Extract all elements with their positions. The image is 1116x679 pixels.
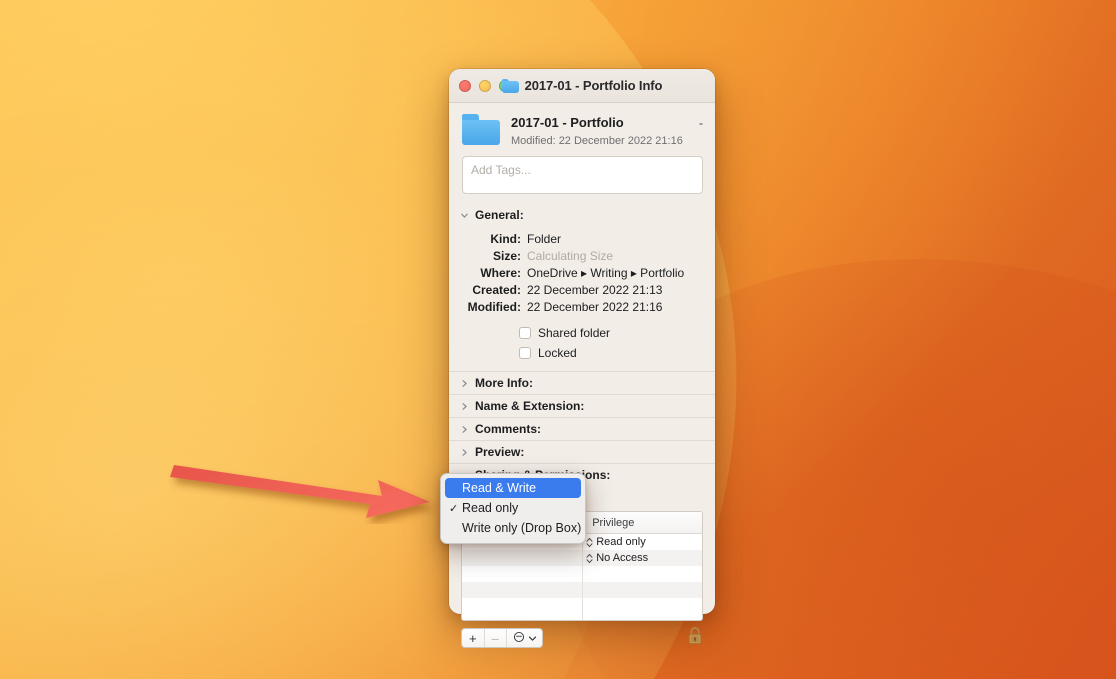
add-user-button[interactable]: + [462, 629, 485, 647]
checkbox-label: Shared folder [538, 323, 610, 343]
get-info-window: 2017-01 - Portfolio Info 2017-01 - Portf… [449, 69, 715, 614]
wallpaper-highlight-band [0, 0, 863, 679]
desktop-wallpaper: 2017-01 - Portfolio Info 2017-01 - Portf… [0, 0, 1116, 679]
checkbox-row-locked[interactable]: Locked [461, 343, 703, 363]
cell-user-name [462, 550, 583, 566]
menu-item-label: Read & Write [462, 481, 536, 495]
section-label-general: General: [475, 208, 524, 222]
remove-user-button[interactable]: – [485, 629, 507, 647]
info-value: 22 December 2022 21:13 [527, 282, 662, 299]
section-header-general[interactable]: General: [449, 204, 715, 226]
cell-privilege[interactable]: Read only [583, 534, 702, 550]
menu-item-write-only[interactable]: Write only (Drop Box) [445, 518, 581, 538]
file-modified-date: Modified: 22 December 2022 21:16 [511, 134, 688, 148]
locked-checkbox[interactable] [519, 347, 531, 359]
close-button[interactable] [459, 80, 471, 92]
info-value: Folder [527, 231, 561, 248]
general-section-body: Kind: Folder Size: Calculating Size Wher… [449, 226, 715, 371]
section-label-name-extension: Name & Extension: [475, 399, 584, 413]
info-value: OneDrive ▸ Writing ▸ Portfolio [527, 265, 684, 282]
info-row-kind: Kind: Folder [461, 231, 703, 248]
chevron-down-icon [460, 211, 469, 220]
checkbox-row-shared-folder[interactable]: Shared folder [461, 323, 703, 343]
info-label: Modified: [461, 299, 527, 316]
menu-item-label: Read only [462, 501, 518, 515]
checkbox-label: Locked [538, 343, 577, 363]
section-header-preview[interactable]: Preview: [449, 440, 715, 463]
chevron-right-icon [460, 448, 469, 457]
gear-icon [513, 631, 525, 646]
file-name: 2017-01 - Portfolio [511, 115, 688, 131]
section-header-name-extension[interactable]: Name & Extension: [449, 394, 715, 417]
minimize-button[interactable] [479, 80, 491, 92]
file-size-value: - [699, 114, 703, 130]
folder-icon [462, 114, 500, 145]
privilege-value: Read only [596, 536, 646, 548]
cell-privilege[interactable]: No Access [583, 550, 702, 566]
info-label: Kind: [461, 231, 527, 248]
info-value: 22 December 2022 21:16 [527, 299, 662, 316]
section-label-comments: Comments: [475, 422, 541, 436]
file-header-text: 2017-01 - Portfolio Modified: 22 Decembe… [511, 114, 688, 148]
table-row-empty [462, 598, 702, 614]
file-header: 2017-01 - Portfolio Modified: 22 Decembe… [449, 103, 715, 156]
info-value: Calculating Size [527, 248, 613, 265]
stepper-icon [586, 553, 593, 564]
info-row-size: Size: Calculating Size [461, 248, 703, 265]
table-row-empty [462, 582, 702, 598]
info-row-created: Created: 22 December 2022 21:13 [461, 282, 703, 299]
menu-item-read-write[interactable]: Read & Write [445, 478, 581, 498]
chevron-down-icon [528, 631, 537, 646]
menu-item-label: Write only (Drop Box) [462, 521, 581, 535]
action-menu-button[interactable] [507, 629, 542, 647]
column-header-privilege[interactable]: Privilege [583, 512, 702, 533]
info-label: Where: [461, 265, 527, 282]
permissions-toolbar: + – [449, 621, 715, 657]
section-label-preview: Preview: [475, 445, 524, 459]
table-row[interactable]: No Access [462, 550, 702, 566]
info-label: Size: [461, 248, 527, 265]
privilege-value: No Access [596, 552, 648, 564]
privilege-popup-menu[interactable]: Read & Write ✓ Read only Write only (Dro… [440, 473, 586, 544]
section-header-more-info[interactable]: More Info: [449, 371, 715, 394]
checkmark-icon: ✓ [449, 502, 462, 515]
menu-item-read-only[interactable]: ✓ Read only [445, 498, 581, 518]
red-arrow-annotation [168, 452, 468, 524]
window-title: 2017-01 - Portfolio Info [525, 78, 663, 93]
chevron-right-icon [460, 402, 469, 411]
table-row-empty [462, 566, 702, 582]
permissions-segmented-control: + – [461, 628, 543, 648]
stepper-icon [586, 537, 593, 548]
info-row-where: Where: OneDrive ▸ Writing ▸ Portfolio [461, 265, 703, 282]
traffic-light-controls [459, 80, 511, 92]
lock-button[interactable] [686, 625, 704, 647]
section-label-more-info: More Info: [475, 376, 533, 390]
section-header-comments[interactable]: Comments: [449, 417, 715, 440]
info-label: Created: [461, 282, 527, 299]
shared-folder-checkbox[interactable] [519, 327, 531, 339]
table-empty-area [462, 614, 702, 620]
zoom-button[interactable] [499, 80, 511, 92]
info-row-modified: Modified: 22 December 2022 21:16 [461, 299, 703, 316]
chevron-right-icon [460, 379, 469, 388]
tags-input[interactable]: Add Tags... [462, 156, 703, 194]
window-titlebar[interactable]: 2017-01 - Portfolio Info [449, 69, 715, 103]
chevron-right-icon [460, 425, 469, 434]
